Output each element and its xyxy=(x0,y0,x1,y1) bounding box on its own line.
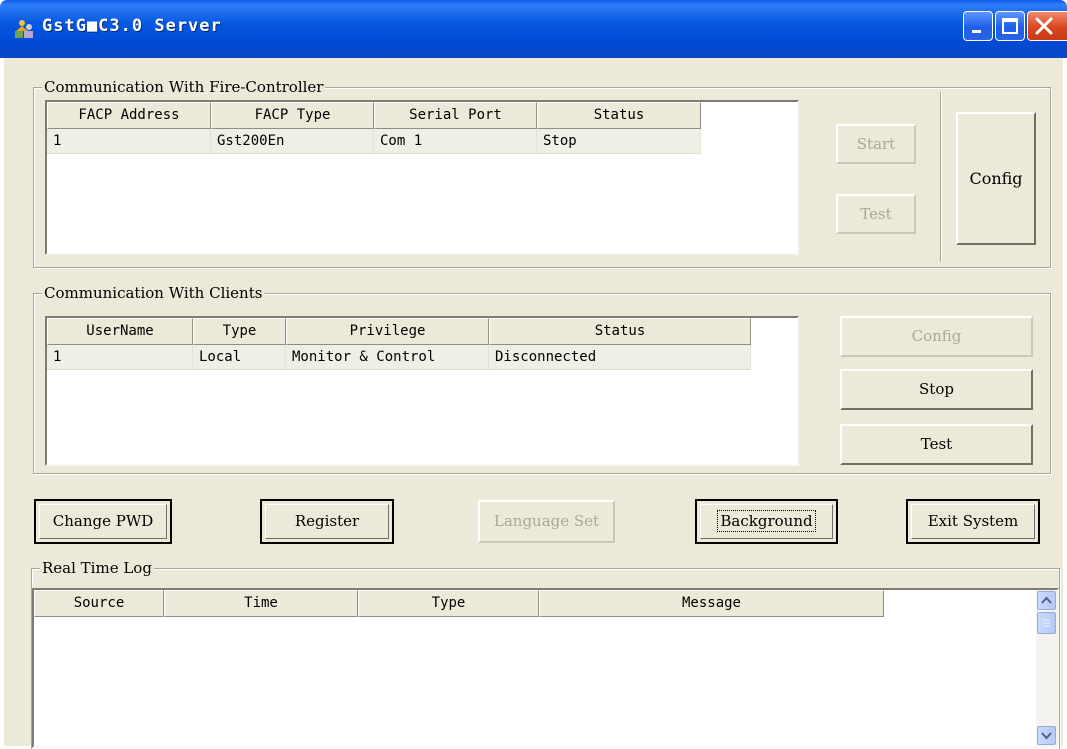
clients-list[interactable]: UserName Type Privilege Status 1 Local M… xyxy=(45,316,799,466)
cell-facp-type: Gst200En xyxy=(211,129,374,153)
col-facp-type[interactable]: FACP Type xyxy=(211,102,374,129)
register-label: Register xyxy=(294,512,360,530)
col-client-status[interactable]: Status xyxy=(489,318,751,345)
fire-config-button[interactable]: Config xyxy=(956,112,1036,245)
scroll-down-button[interactable] xyxy=(1037,726,1056,745)
register-button[interactable]: Register xyxy=(260,499,394,544)
clients-legend: Communication With Clients xyxy=(42,284,265,302)
maximize-icon xyxy=(1002,18,1018,34)
col-time[interactable]: Time xyxy=(164,590,358,617)
fire-controller-list[interactable]: FACP Address FACP Type Serial Port Statu… xyxy=(45,100,799,255)
exit-system-label: Exit System xyxy=(927,512,1019,530)
col-privilege[interactable]: Privilege xyxy=(286,318,489,345)
cell-serial-port: Com 1 xyxy=(374,129,537,153)
clients-stop-button[interactable]: Stop xyxy=(840,369,1033,410)
chevron-up-icon xyxy=(1041,596,1052,604)
table-row[interactable]: 1 Local Monitor & Control Disconnected xyxy=(47,345,751,370)
cell-privilege: Monitor & Control xyxy=(286,345,489,369)
col-facp-address[interactable]: FACP Address xyxy=(47,102,211,129)
col-source[interactable]: Source xyxy=(34,590,164,617)
change-pwd-button[interactable]: Change PWD xyxy=(34,499,172,544)
clients-config-button[interactable]: Config xyxy=(840,316,1033,357)
background-button[interactable]: Background xyxy=(695,499,838,544)
close-icon xyxy=(1035,17,1053,35)
fire-start-button[interactable]: Start xyxy=(836,124,916,164)
cell-facp-address: 1 xyxy=(47,129,211,153)
title-bar[interactable]: GstG■C3.0 Server xyxy=(0,0,1067,58)
cell-type: Local xyxy=(193,345,286,369)
change-pwd-label: Change PWD xyxy=(52,512,154,530)
clients-test-button[interactable]: Test xyxy=(840,424,1033,465)
window-title: GstG■C3.0 Server xyxy=(42,16,222,36)
language-set-button[interactable]: Language Set xyxy=(478,500,615,543)
grip-icon xyxy=(1043,619,1050,627)
group-divider xyxy=(940,92,942,262)
cell-client-status: Disconnected xyxy=(489,345,751,369)
fire-controller-legend: Communication With Fire-Controller xyxy=(42,78,326,96)
chevron-down-icon xyxy=(1041,732,1052,740)
col-status[interactable]: Status xyxy=(537,102,701,129)
maximize-button[interactable] xyxy=(995,11,1025,41)
fire-test-button[interactable]: Test xyxy=(836,194,916,234)
clients-group: Communication With Clients UserName Type… xyxy=(33,284,1051,474)
col-serial-port[interactable]: Serial Port xyxy=(374,102,537,129)
window-body: Communication With Fire-Controller FACP … xyxy=(4,58,1063,749)
minimize-icon xyxy=(972,30,981,33)
scroll-up-button[interactable] xyxy=(1037,591,1056,610)
real-time-log-legend: Real Time Log xyxy=(40,559,154,577)
cell-status: Stop xyxy=(537,129,701,153)
col-username[interactable]: UserName xyxy=(47,318,193,345)
exit-system-button[interactable]: Exit System xyxy=(906,499,1040,544)
minimize-button[interactable] xyxy=(963,11,993,41)
app-icon xyxy=(15,20,33,38)
log-list[interactable]: Source Time Type Message xyxy=(32,588,1059,748)
scroll-thumb[interactable] xyxy=(1037,612,1056,634)
col-message[interactable]: Message xyxy=(539,590,884,617)
table-row[interactable]: 1 Gst200En Com 1 Stop xyxy=(47,129,701,154)
close-button[interactable] xyxy=(1027,11,1067,41)
col-log-type[interactable]: Type xyxy=(358,590,539,617)
real-time-log-group: Real Time Log Source Time Type Message xyxy=(31,559,1060,749)
fire-controller-group: Communication With Fire-Controller FACP … xyxy=(33,78,1051,268)
cell-username: 1 xyxy=(47,345,193,369)
log-scrollbar[interactable] xyxy=(1036,590,1057,746)
background-label: Background xyxy=(717,510,816,532)
col-type[interactable]: Type xyxy=(193,318,286,345)
